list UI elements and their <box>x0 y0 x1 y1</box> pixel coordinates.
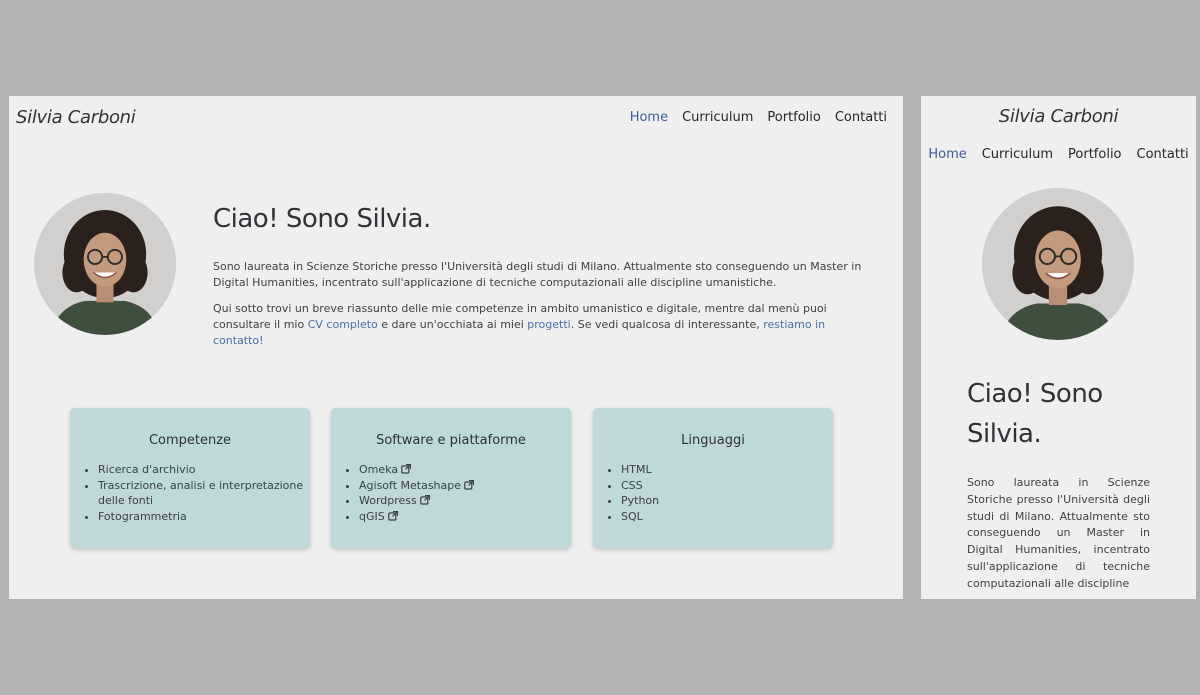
list-item[interactable]: Agisoft Metashape <box>359 478 571 494</box>
languages-list: HTML CSS Python SQL <box>593 462 833 524</box>
card-title: Linguaggi <box>681 433 745 448</box>
hero-title: Ciao! Sono Silvia. <box>213 204 431 234</box>
external-link-icon[interactable] <box>419 495 430 505</box>
summary-text-3: . Se vedi qualcosa di interessante, <box>570 318 764 331</box>
list-item: SQL <box>621 509 833 525</box>
summary-text-2: e dare un'occhiata ai miei <box>377 318 528 331</box>
hero-title: Ciao! Sono Silvia. <box>967 374 1167 454</box>
list-item: Trascrizione, analisi e interpretazione … <box>98 478 310 509</box>
list-item[interactable]: Wordpress <box>359 493 571 509</box>
main-nav: Home Curriculum Portfolio Contatti <box>630 110 887 125</box>
external-link-icon[interactable] <box>464 479 475 490</box>
list-item[interactable]: Omeka <box>359 462 571 478</box>
nav-portfolio[interactable]: Portfolio <box>1068 147 1121 162</box>
nav-curriculum[interactable]: Curriculum <box>682 110 753 125</box>
list-item[interactable]: qGIS <box>359 509 571 525</box>
software-name[interactable]: Wordpress <box>359 494 417 507</box>
cv-link[interactable]: CV completo <box>308 318 378 331</box>
card-competenze: Competenze Ricerca d'archivio Trascrizio… <box>70 408 310 548</box>
main-nav: Home Curriculum Portfolio Contatti <box>921 147 1196 162</box>
hero-title-line-1: Ciao! Sono <box>967 379 1103 409</box>
mobile-view: Silvia Carboni Home Curriculum Portfolio… <box>921 96 1196 599</box>
card-title: Competenze <box>148 433 232 448</box>
intro-paragraph: Sono laureata in Scienze Storiche presso… <box>213 260 862 289</box>
hero-title-line-2: Silvia. <box>967 419 1042 449</box>
nav-contatti[interactable]: Contatti <box>835 110 887 125</box>
nav-portfolio[interactable]: Portfolio <box>767 110 820 125</box>
card-linguaggi: Linguaggi HTML CSS Python SQL <box>593 408 833 548</box>
software-name[interactable]: Omeka <box>359 463 398 476</box>
site-brand[interactable]: Silvia Carboni <box>921 106 1196 127</box>
list-item: HTML <box>621 462 833 478</box>
card-software: Software e piattaforme Omeka Agisoft Met… <box>331 408 571 548</box>
nav-home[interactable]: Home <box>928 147 966 162</box>
desktop-view: Silvia Carboni Home Curriculum Portfolio… <box>9 96 903 599</box>
intro-paragraph: Sono laureata in Scienze Storiche presso… <box>967 476 1150 590</box>
list-item: CSS <box>621 478 833 494</box>
external-link-icon[interactable] <box>401 464 412 474</box>
software-name[interactable]: Agisoft Metashape <box>359 479 461 492</box>
profile-photo <box>34 193 176 335</box>
profile-photo-image <box>34 193 176 335</box>
list-item: Python <box>621 493 833 509</box>
list-item: Ricerca d'archivio <box>98 462 310 478</box>
profile-photo-image <box>982 188 1134 340</box>
skills-list: Ricerca d'archivio Trascrizione, analisi… <box>70 462 310 524</box>
software-name[interactable]: qGIS <box>359 510 385 523</box>
nav-contatti[interactable]: Contatti <box>1137 147 1189 162</box>
nav-curriculum[interactable]: Curriculum <box>982 147 1053 162</box>
external-link-icon[interactable] <box>387 510 398 521</box>
nav-home[interactable]: Home <box>630 110 668 125</box>
site-brand[interactable]: Silvia Carboni <box>16 107 136 128</box>
projects-link[interactable]: progetti <box>527 318 570 331</box>
list-item: Fotogrammetria <box>98 509 310 525</box>
software-list: Omeka Agisoft Metashape Wordpress qGIS <box>331 462 571 524</box>
profile-photo <box>982 188 1134 340</box>
card-title: Software e piattaforme <box>376 433 526 448</box>
summary-paragraph: Qui sotto trovi un breve riassunto delle… <box>213 301 873 349</box>
